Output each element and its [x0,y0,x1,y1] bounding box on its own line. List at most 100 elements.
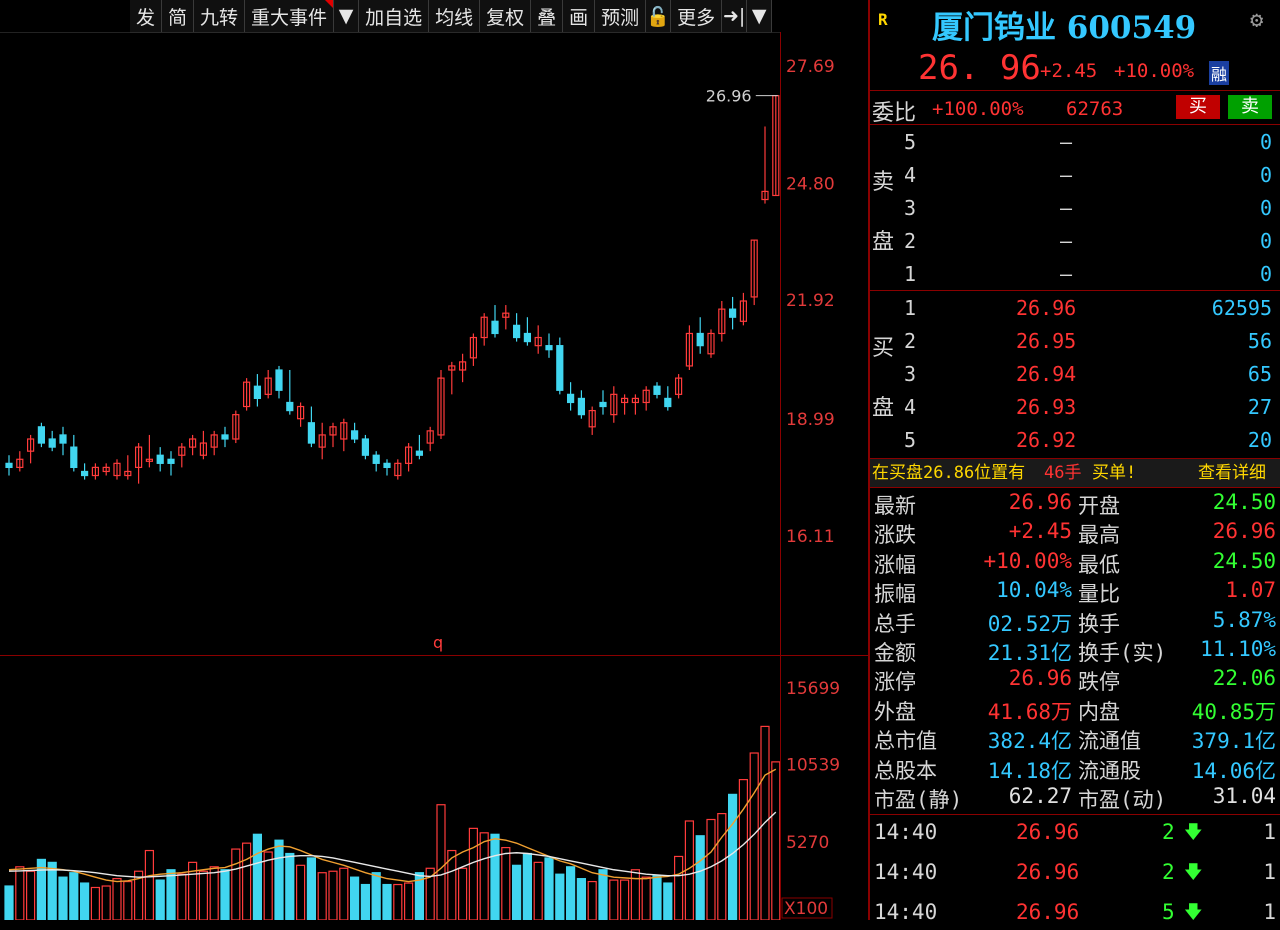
toolbar-item-7[interactable]: 复权 [480,0,532,32]
big-order-notice[interactable]: 在买盘26.86位置有 46手 买单! 查看详细 [870,459,1280,487]
orderbook-row[interactable]: 2 26.95 56 [870,325,1280,358]
toolbar-item-8[interactable]: 叠 [531,0,564,32]
gear-icon[interactable]: ⚙ [1250,8,1263,33]
toolbar-item-3[interactable]: 重大事件 [245,0,335,32]
volume-bar [630,869,641,920]
candle [361,434,369,460]
candle [534,325,542,354]
volume-bar [79,882,90,920]
candle [642,386,650,411]
toolbar-item-14[interactable]: ▼ [747,0,773,32]
candle [102,463,110,476]
volume-bar [198,870,208,920]
volume-bar [274,839,284,920]
level-price: 26.93 [1016,395,1077,419]
level-num: 2 [904,229,917,253]
candle-body [70,446,78,469]
quote-value: 14.06亿 [1191,758,1276,783]
orderbook-row[interactable]: 4 — 0 [870,159,1280,192]
quote-label: 振幅 [874,582,916,607]
down-arrow-icon: 🡇 [1184,822,1203,843]
candle [512,313,521,342]
tick-row: 14:40 26.96 5 🡇 1 [870,900,1280,930]
level-num: 4 [904,163,917,187]
candle [556,337,564,395]
quote-value: 379.1亿 [1191,729,1276,754]
candle [286,369,294,415]
toolbar-item-5[interactable]: 加自选 [359,0,430,32]
level-volume: 0 [1259,130,1272,154]
level-volume: 27 [1247,395,1272,419]
candle [5,455,13,476]
orderbook-row[interactable]: 5 26.92 20 [870,424,1280,457]
candle [37,422,46,448]
candle [718,301,726,342]
volume-bar [15,866,25,920]
view-detail-link[interactable]: 查看详细 [1198,459,1266,487]
volume-bar [69,872,79,920]
sell-button[interactable]: 卖 [1228,95,1272,119]
candle [91,463,100,480]
volume-bar [317,872,327,920]
quote-label: 换手 [1078,611,1120,636]
orderbook-row[interactable]: 3 — 0 [870,192,1280,225]
toolbar-item-4[interactable]: ▼ [334,0,360,32]
toolbar-item-11[interactable]: 🔓 [646,0,672,32]
orderbook-row[interactable]: 3 26.94 65 [870,358,1280,391]
stock-title: 厦门钨业 600549 [932,10,1197,46]
orderbook-row[interactable]: 5 — 0 [870,126,1280,159]
quote-value: 11.10% [1200,637,1276,661]
volume-series [4,725,781,920]
toolbar-item-0[interactable]: 发 [130,0,163,32]
toolbar-item-12[interactable]: 更多 [671,0,723,32]
orderbook-row[interactable]: 1 26.96 62595 [870,292,1280,325]
level-price: — [1060,262,1073,286]
level-num: 1 [904,262,917,286]
volume-tick-label: 15699 [786,679,840,699]
candle [459,353,467,383]
candle [221,426,229,448]
volume-bar [47,861,57,920]
volume-bar [717,812,727,920]
candle [599,390,607,415]
quote-value: +10.00% [983,548,1072,573]
toolbar-item-6[interactable]: 均线 [429,0,481,32]
quote-value: 41.68万 [987,699,1072,724]
toolbar-item-1[interactable]: 简 [162,0,195,32]
toolbar-item-10[interactable]: 预测 [595,0,647,32]
volume-bar [339,867,349,920]
tick-count: 1 [1263,900,1276,924]
level-num: 3 [904,362,917,386]
toolbar-item-2[interactable]: 九转 [194,0,246,32]
candle [372,451,380,472]
level-volume: 20 [1247,428,1272,452]
candle-body [37,426,46,444]
candle [253,374,261,407]
candle [59,426,67,456]
orderbook-row[interactable]: 1 — 0 [870,258,1280,291]
candle-body [253,385,261,400]
quote-value: 40.85万 [1191,699,1276,724]
level-volume: 65 [1247,362,1272,386]
quote-row: 外盘 41.68万 内盘 40.85万 [870,696,1280,725]
toolbar-item-9[interactable]: 画 [563,0,596,32]
orderbook-row[interactable]: 2 — 0 [870,225,1280,258]
quote-value: 26.96 [1008,666,1072,691]
kline-chart[interactable]: 27.69 24.80 21.92 18.99 16.11 15699 10539 5270 X… [0,0,868,920]
volume-bar [4,885,14,920]
candle [243,378,251,411]
level-volume: 0 [1259,262,1272,286]
quote-label: 金额 [874,641,916,665]
buy-button[interactable]: 买 [1176,95,1220,119]
volume-bar [263,851,273,920]
volume-bar [393,883,403,920]
orderbook-row[interactable]: 4 26.93 27 [870,391,1280,424]
candle-body [556,345,564,391]
candle [124,455,132,480]
event-marker: q [433,633,443,652]
quote-value: 26.96 [1212,519,1276,544]
toolbar-item-13[interactable]: ➜| [722,0,748,32]
quote-row: 市盈(静) 62.27 市盈(动) 31.04 [870,784,1280,813]
quote-value: 22.06 [1212,666,1276,691]
volume-bar [155,879,165,920]
